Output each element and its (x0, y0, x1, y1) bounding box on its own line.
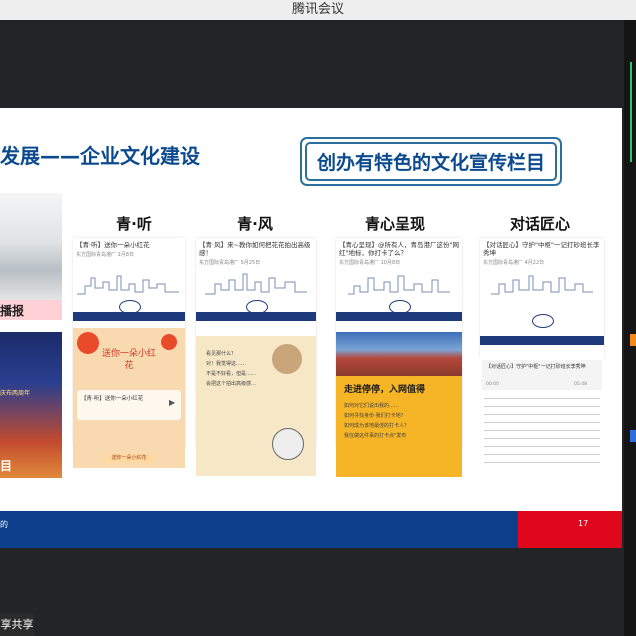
article-meta: 东方国际青岛港厂 4月22日 (483, 260, 545, 266)
audio-time: 00:00 (486, 382, 499, 387)
qingfeng-chat: 看见那什么？ 对！我觉得这…… 不是不好看，但是…… 会把这个拍出高级感… (196, 336, 316, 476)
poster-line: 如何成为该地最佳的打卡人？ (344, 423, 410, 429)
slide-title: 发展——企业文化建设 (0, 144, 200, 168)
cta-button[interactable]: 送你一朵小红花 (103, 454, 155, 463)
article-title: 【青心呈现】@所有人，青岛港厂这份"网红"地标，你打卡了么？ (339, 241, 459, 257)
column-title-qingfeng: 青·风 (237, 215, 273, 233)
side-indicator-blue (630, 430, 636, 442)
poster-caption: 庆布两周年 (0, 390, 31, 397)
article-title: 【青·听】送你一朵小红花 (76, 241, 150, 249)
article-title: 【对话匠心】守护"中枢"一记打砂班长李秀坤 (483, 241, 600, 257)
skyline-illustration (348, 275, 450, 295)
flower-icon (77, 332, 99, 354)
left-label-bottom: 目 (0, 459, 13, 473)
left-label-top: 播报 (0, 300, 62, 320)
article-meta: 东方国际青岛港厂 5月25日 (199, 260, 261, 266)
slide-footer-red (518, 511, 622, 548)
audio-duration: 05:48 (574, 382, 587, 387)
page-number: 17 (578, 519, 589, 528)
play-icon[interactable]: ▶ (169, 398, 175, 407)
skyline-illustration (77, 275, 179, 295)
chat-line: 不是不好看，但是…… (206, 371, 257, 377)
footer-edge-text: 的 (0, 520, 8, 529)
article-card-duihua: 【对话匠心】守护"中枢"一记打砂班长李秀坤 东方国际青岛港厂 4月22日 (480, 238, 604, 358)
poster-line: 如何对它们说出我的…… (344, 403, 400, 409)
skyline-illustration (205, 273, 307, 295)
column-title-duihua: 对话匠心 (509, 215, 570, 233)
qingting-poster: 送你一朵小红花 【青·听】送你一朵小红花 ▶ 送你一朵小红花 (73, 328, 185, 468)
article-body (484, 398, 600, 468)
article-meta: 东方国际青岛港厂 1月8日 (76, 252, 134, 258)
article-meta: 东方国际青岛港厂 10月8日 (339, 260, 401, 266)
left-night-poster: 庆布两周年 目 (0, 332, 62, 478)
article-title: 【青·风】来~教你如何把花花拍出高级感！ (199, 241, 311, 257)
poster-line: 我在做这件事的打卡点"发布 (344, 433, 407, 439)
slide-footer-blue (0, 511, 518, 548)
poster-heading: 走进停停，入网值得 (344, 385, 426, 395)
side-indicator-green (630, 62, 636, 162)
skyline-illustration (491, 275, 593, 295)
logo-icon (532, 314, 554, 328)
audio-card: 【对话匠心】守护"中枢"一记打砂班长李秀坤 00:00 05:48 (482, 360, 602, 390)
presentation-slide: 发展——企业文化建设 创办有特色的文化宣传栏目 播报 庆布两周年 目 青·听 青… (0, 108, 622, 548)
left-landscape-image (0, 193, 62, 303)
column-title-qingxin: 青心呈现 (364, 215, 425, 233)
flower-icon (161, 334, 177, 350)
duihua-article: 【对话匠心】守护"中枢"一记打砂班长李秀坤 00:00 05:48 (480, 358, 604, 482)
avatar (272, 344, 302, 374)
article-navbar (73, 312, 185, 321)
avatar (272, 428, 304, 460)
column-title-qingting: 青·听 (116, 215, 152, 233)
side-indicator-orange (630, 334, 636, 346)
audio-title: 【对话匠心】守护"中枢"一记打砂班长李秀坤 (486, 364, 586, 370)
chat-line: 对！我觉得这…… (206, 361, 247, 367)
chat-line: 看见那什么？ (206, 351, 237, 357)
share-screen-button[interactable]: 享共享 (0, 614, 34, 636)
audio-card: 【青·听】送你一朵小红花 ▶ (77, 390, 181, 420)
article-navbar (480, 336, 604, 345)
banner-text: 创办有特色的文化宣传栏目 (305, 142, 557, 181)
slide-banner: 创办有特色的文化宣传栏目 (300, 137, 562, 186)
audio-title: 【青·听】送你一朵小红花 (81, 396, 144, 402)
qingxin-poster: 走进停停，入网值得 如何对它们说出我的…… 如何寻找身份·我们打卡地？ 如何成为… (336, 332, 462, 477)
window-title: 腾讯会议 (0, 0, 636, 20)
poster-line: 如何寻找身份·我们打卡地？ (344, 413, 406, 419)
article-navbar (336, 312, 462, 321)
factory-photo (336, 332, 462, 376)
poster-heading: 送你一朵小红花 (101, 349, 156, 371)
article-navbar (196, 312, 316, 321)
chat-line: 会把这个拍出高级感… (206, 381, 257, 387)
